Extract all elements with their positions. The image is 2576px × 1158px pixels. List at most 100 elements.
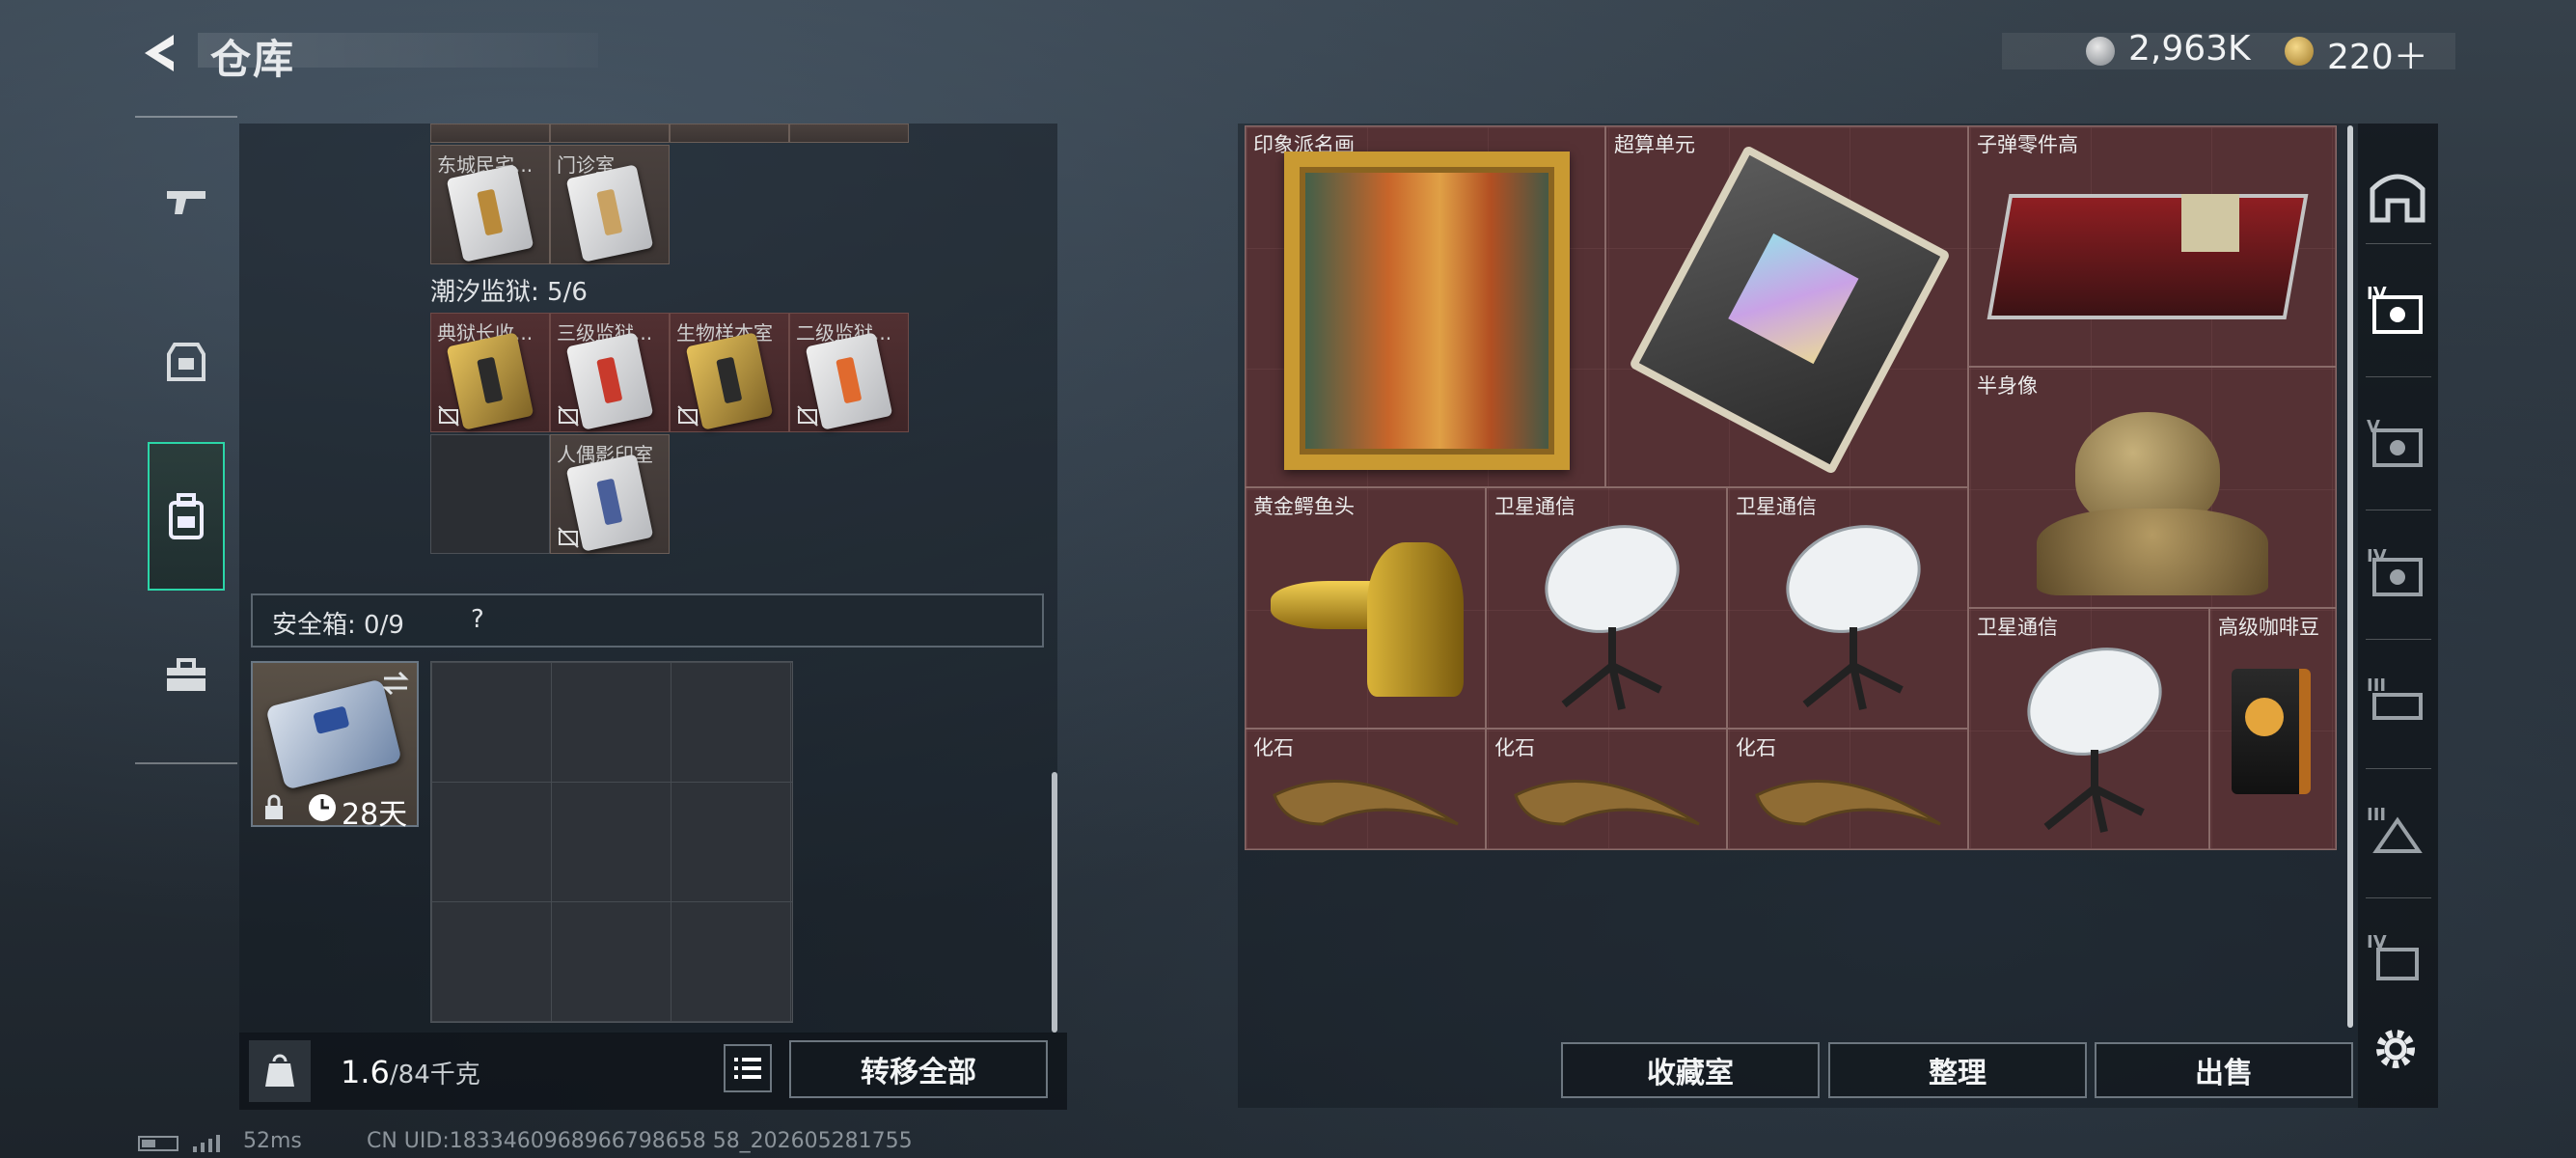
tab-weapons[interactable]	[150, 154, 223, 251]
tier-item-icon	[2376, 948, 2419, 980]
collection-button[interactable]: 收藏室	[1561, 1042, 1820, 1098]
stash-item[interactable]: 超算单元	[1605, 125, 1968, 487]
item-label: 卫星通信	[1736, 495, 1817, 518]
list-view-button[interactable]	[724, 1044, 772, 1092]
clock-icon	[309, 794, 336, 821]
stash-item[interactable]: 卫星通信	[1968, 608, 2209, 850]
tier-tab-4[interactable]: III	[2367, 672, 2428, 733]
sidebar-divider	[2366, 243, 2431, 244]
item-label: 黄金鳄鱼头	[1253, 495, 1355, 518]
item-label: 子弹零件高	[1977, 133, 2078, 156]
safe-box-title: 安全箱: 0/9	[272, 611, 404, 640]
ammo-parts-icon	[1987, 194, 2309, 319]
no-carry-icon	[797, 405, 818, 427]
tab-backpack[interactable]	[148, 442, 225, 591]
key-card-slot[interactable]: 门诊室	[550, 145, 670, 264]
grid-cell	[550, 124, 670, 143]
silver-coin-icon	[2086, 37, 2115, 66]
stash-item[interactable]: 卫星通信	[1486, 487, 1727, 729]
key-card-slot[interactable]: 生物样本室	[670, 313, 789, 432]
satellite-dish-icon	[2027, 648, 2162, 833]
painting-icon	[1284, 152, 1570, 470]
safe-box-timer: 28天	[342, 798, 408, 832]
stash-item[interactable]: 卫星通信	[1727, 487, 1968, 729]
list-icon	[734, 1058, 761, 1079]
tab-armor[interactable]	[150, 314, 223, 410]
stash-item[interactable]: 化石	[1727, 729, 1968, 850]
key-card-slot[interactable]: 人偶影印室	[550, 434, 670, 554]
gold-coin-icon	[2285, 37, 2314, 66]
silver-amount: 2,963K	[2128, 29, 2251, 69]
item-label: 卫星通信	[1494, 495, 1576, 518]
ping-readout: 52ms	[243, 1129, 302, 1153]
stash-item[interactable]: 半身像	[1968, 367, 2337, 608]
transfer-all-button[interactable]: 转移全部	[789, 1040, 1048, 1098]
stash-scrollbar[interactable]	[2347, 125, 2353, 1028]
grid-cell	[670, 124, 789, 143]
ammo-box-icon	[2181, 194, 2239, 252]
gear-icon[interactable]	[2371, 1025, 2420, 1073]
fossil-claw-icon	[1755, 780, 1941, 826]
back-arrow-icon[interactable]	[137, 29, 185, 77]
sidebar-divider	[2366, 376, 2431, 377]
satellite-dish-icon	[1545, 525, 1680, 710]
tier-item-icon	[2372, 558, 2423, 596]
weight-readout: 1.6/84千克	[341, 1054, 480, 1090]
weight-icon	[249, 1040, 311, 1102]
no-carry-icon	[558, 527, 579, 548]
stash-item[interactable]: 化石	[1486, 729, 1727, 850]
no-carry-icon	[438, 405, 459, 427]
fossil-claw-icon	[1514, 780, 1700, 826]
item-label: 超算单元	[1614, 133, 1695, 156]
sidebar-divider	[2366, 639, 2431, 640]
grid-cell	[430, 124, 550, 143]
stash-item[interactable]: 高级咖啡豆	[2209, 608, 2337, 850]
battery-signal-icon	[138, 1135, 220, 1152]
key-card-slot[interactable]: 典狱长收...	[430, 313, 550, 432]
compute-board-icon	[1629, 144, 1951, 476]
key-card-slot[interactable]: 三级监狱...	[550, 313, 670, 432]
gold-amount[interactable]: 220＋	[2327, 29, 2428, 79]
weight-max: /84千克	[389, 1061, 480, 1089]
page-title: 仓库	[210, 36, 296, 83]
armor-icon	[167, 343, 206, 381]
backpack-icon	[169, 493, 204, 539]
tier-tab-6[interactable]: IV	[2367, 928, 2428, 990]
tier-tab-5[interactable]: III	[2367, 801, 2428, 863]
keycard-icon	[446, 164, 534, 262]
stash-item[interactable]: 印象派名画	[1245, 125, 1605, 487]
no-carry-icon	[558, 405, 579, 427]
case-icon	[167, 658, 206, 691]
tier-tab-3[interactable]: IV	[2367, 542, 2428, 604]
key-card-slot[interactable]: 东城民宅...	[430, 145, 550, 264]
uid-readout: CN UID:1833460968966798658 58_2026052817…	[367, 1129, 913, 1153]
item-label: 卫星通信	[1977, 616, 2058, 639]
sidebar-divider	[2366, 768, 2431, 769]
tier-item-icon	[2372, 295, 2423, 334]
satellite-dish-icon	[1786, 525, 1921, 710]
tier-tab-1[interactable]: IV	[2367, 280, 2428, 342]
stash-item[interactable]: 黄金鳄鱼头	[1245, 487, 1486, 729]
safe-box-item[interactable]: 28天	[251, 661, 419, 832]
gun-icon	[167, 191, 206, 214]
left-scrollbar[interactable]	[1052, 772, 1057, 1033]
sell-button[interactable]: 出售	[2095, 1042, 2353, 1098]
help-icon[interactable]: ?	[471, 605, 484, 634]
item-label: 半身像	[1977, 374, 2038, 398]
no-carry-icon	[677, 405, 699, 427]
tier-tab-2[interactable]: V	[2367, 413, 2428, 475]
key-card-slot[interactable]: 二级监狱...	[789, 313, 909, 432]
stash-item[interactable]: 化石	[1245, 729, 1486, 850]
tab-case[interactable]	[150, 627, 223, 724]
coffee-bag-icon	[2232, 669, 2311, 794]
safe-box-grid[interactable]	[430, 661, 793, 1023]
tier-item-icon	[2372, 428, 2423, 467]
stash-item[interactable]: 子弹零件高	[1968, 125, 2337, 367]
swap-icon[interactable]	[380, 669, 411, 698]
all-items-icon[interactable]	[2367, 164, 2428, 226]
sort-button[interactable]: 整理	[1828, 1042, 2087, 1098]
prison-section-title: 潮汐监狱: 5/6	[430, 278, 588, 307]
bust-icon	[2008, 402, 2297, 595]
rail-divider-bottom	[135, 762, 237, 764]
lock-icon	[265, 794, 283, 819]
